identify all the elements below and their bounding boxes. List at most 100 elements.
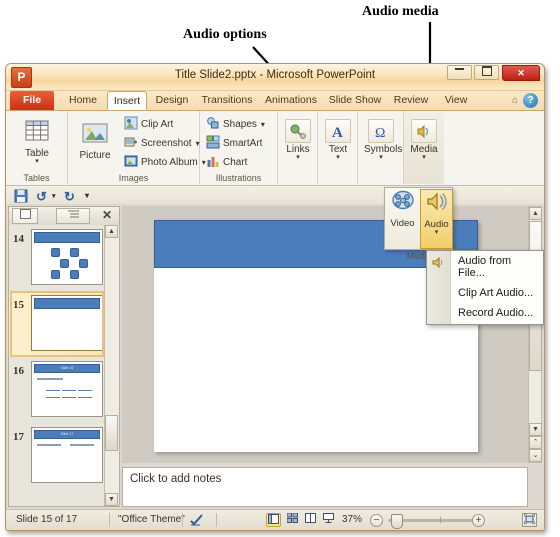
collapse-ribbon-icon[interactable]: ⌂ <box>512 95 518 106</box>
menu-item-label: Record Audio... <box>458 307 534 319</box>
menu-item-audio-from-file[interactable]: Audio from File... <box>450 251 543 283</box>
minimize-button[interactable] <box>447 65 472 80</box>
notes-pane[interactable]: Click to add notes <box>122 467 528 507</box>
undo-dropdown-icon[interactable]: ▾ <box>52 192 56 200</box>
slide-show-button[interactable] <box>321 513 336 527</box>
shapes-button[interactable]: Shapes ▾ <box>206 116 265 133</box>
text-caret-icon[interactable]: ▾ <box>321 154 355 161</box>
normal-view-button[interactable] <box>266 513 281 527</box>
title-placeholder: Slide 17 <box>34 430 100 439</box>
scroll-up-button[interactable]: ▲ <box>529 207 542 220</box>
list-item[interactable]: 15 <box>9 291 105 357</box>
slide-counter: Slide 15 of 17 <box>16 514 78 525</box>
list-item[interactable]: 16 Slide 16 <box>9 357 105 423</box>
slide-thumbnail[interactable] <box>31 229 103 285</box>
powerpoint-window: P Title Slide2.pptx - Microsoft PowerPoi… <box>5 63 545 531</box>
menu-item-clip-art-audio[interactable]: Clip Art Audio... <box>450 283 543 303</box>
previous-slide-button[interactable]: ⌃ <box>529 436 542 449</box>
tab-view[interactable]: View <box>438 91 474 110</box>
slide-thumbnail-list[interactable]: 14 15 16 Slide 16 17 Slide 17 <box>9 225 105 506</box>
ribbon-group-links: Links ▾ <box>278 111 318 184</box>
title-placeholder <box>34 298 100 309</box>
slide-edit-area <box>122 206 528 463</box>
tab-transitions[interactable]: Transitions <box>196 91 258 110</box>
symbols-caret-icon[interactable]: ▾ <box>364 154 398 161</box>
maximize-button[interactable] <box>474 65 499 80</box>
title-bar: P Title Slide2.pptx - Microsoft PowerPoi… <box>6 64 544 91</box>
menu-item-record-audio[interactable]: Record Audio... <box>450 303 543 324</box>
slides-pane-scrollbar[interactable]: ▲ ▼ <box>104 225 119 506</box>
tab-design[interactable]: Design <box>150 91 194 110</box>
tab-insert[interactable]: Insert <box>107 91 147 110</box>
photo-album-label: Photo Album <box>141 157 198 168</box>
screenshot-caret-icon[interactable]: ▾ <box>196 139 200 148</box>
video-icon <box>391 190 414 210</box>
smartart-button[interactable]: SmartArt <box>206 135 262 152</box>
slide-thumbnail[interactable]: Slide 17 <box>31 427 103 483</box>
edit-area-scrollbar[interactable]: ▲ ▼ ⌃ ⌄ <box>528 206 542 463</box>
audio-dropdown-menu: Audio from File... Clip Art Audio... Rec… <box>426 250 544 325</box>
list-item[interactable]: 14 <box>9 225 105 291</box>
scroll-down-button[interactable]: ▼ <box>105 493 118 506</box>
table-button[interactable]: Table ▾ <box>14 117 60 165</box>
ribbon-group-media: Media ▾ <box>404 111 444 184</box>
list-item[interactable]: 17 Slide 17 <box>9 423 105 489</box>
slides-pane-tabs: ✕ <box>9 207 119 226</box>
tab-outline[interactable] <box>56 208 90 224</box>
audio-button[interactable]: Audio ▾ <box>420 189 453 249</box>
next-slide-button[interactable]: ⌄ <box>529 449 542 462</box>
video-button[interactable]: Video <box>386 189 419 229</box>
close-pane-button[interactable]: ✕ <box>99 208 115 224</box>
text-button[interactable]: A Text ▾ <box>321 119 355 161</box>
annotation-audio-media: Audio media <box>362 4 439 19</box>
screenshot-button[interactable]: Screenshot ▾ <box>124 135 200 152</box>
scroll-down-button[interactable]: ▼ <box>529 423 542 436</box>
zoom-slider-handle[interactable] <box>391 514 403 529</box>
media-button[interactable]: Media ▾ <box>407 119 441 161</box>
tab-slides[interactable] <box>12 208 38 224</box>
slide-thumbnail[interactable]: Slide 16 <box>31 361 103 417</box>
slide-thumbnail[interactable] <box>31 295 103 351</box>
table-caret-icon[interactable]: ▾ <box>14 158 60 165</box>
scroll-up-button[interactable]: ▲ <box>105 225 118 238</box>
slide-number: 17 <box>13 431 24 443</box>
theme-name[interactable]: "Office Theme" <box>118 514 185 525</box>
title-placeholder: Slide 16 <box>34 364 100 373</box>
media-caret-icon[interactable]: ▾ <box>407 154 441 161</box>
thumb-title-text: Slide 17 <box>60 432 74 436</box>
tab-animations[interactable]: Animations <box>260 91 322 110</box>
links-button[interactable]: Links ▾ <box>281 119 315 161</box>
undo-icon[interactable]: ↺ <box>36 189 47 205</box>
chart-button[interactable]: Chart <box>206 154 247 171</box>
zoom-in-button[interactable]: + <box>472 514 485 527</box>
tab-file[interactable]: File <box>10 91 54 110</box>
photo-album-icon <box>124 154 138 168</box>
tab-home[interactable]: Home <box>62 91 104 110</box>
menu-item-label: Audio from File... <box>458 255 512 279</box>
links-caret-icon[interactable]: ▾ <box>281 154 315 161</box>
close-button[interactable]: ✕ <box>502 65 540 81</box>
symbols-button[interactable]: Ω Symbols ▾ <box>364 119 402 161</box>
fit-slide-to-window-button[interactable] <box>522 513 537 527</box>
tab-slide-show[interactable]: Slide Show <box>324 91 386 110</box>
media-speaker-icon <box>411 119 437 143</box>
clip-art-button[interactable]: Clip Art <box>124 116 173 133</box>
reading-view-button[interactable] <box>303 513 318 527</box>
text-icon: A <box>325 119 351 143</box>
zoom-out-button[interactable]: − <box>370 514 383 527</box>
photo-album-button[interactable]: Photo Album ▾ <box>124 154 206 171</box>
links-icon <box>285 119 311 143</box>
audio-caret-icon[interactable]: ▾ <box>421 229 452 236</box>
spellcheck-icon[interactable] <box>190 514 204 529</box>
slide-sorter-view-button[interactable] <box>285 512 300 527</box>
help-icon[interactable]: ? <box>523 93 538 108</box>
customize-qat-icon[interactable]: ▾ <box>85 191 89 200</box>
tab-review[interactable]: Review <box>388 91 434 110</box>
audio-file-icon <box>431 256 445 274</box>
redo-icon[interactable]: ↻ <box>64 189 75 205</box>
scrollbar-thumb[interactable] <box>105 415 118 451</box>
shapes-caret-icon[interactable]: ▾ <box>261 120 265 129</box>
picture-button[interactable]: Picture <box>72 119 118 161</box>
ribbon-tab-strip: File Home Insert Design Transitions Anim… <box>6 91 544 111</box>
ribbon: Table ▾ Tables Picture Clip Art Screensh… <box>6 111 544 186</box>
